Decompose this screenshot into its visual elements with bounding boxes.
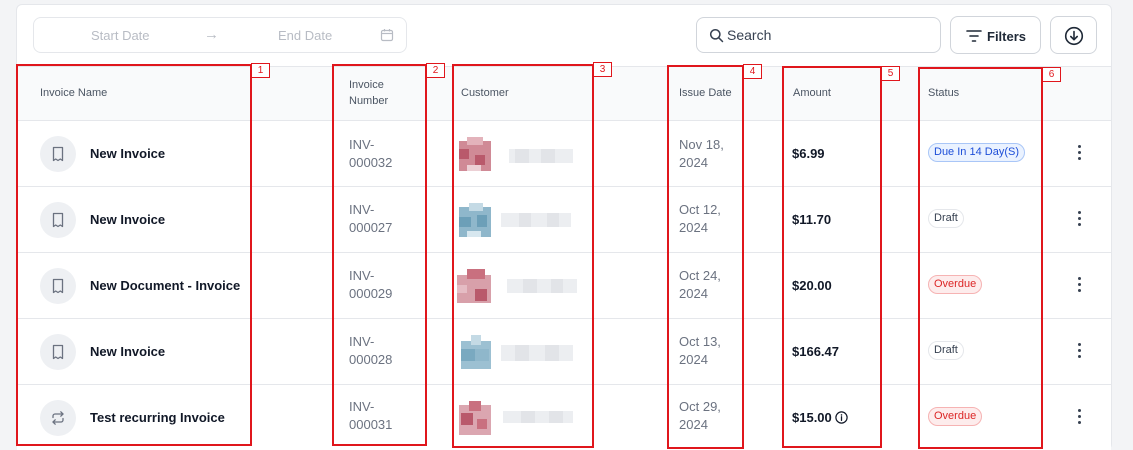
annotation-label-3: 3 (593, 62, 612, 77)
download-button[interactable] (1050, 16, 1097, 54)
annotation-label-4: 4 (743, 64, 762, 79)
annotation-box-3 (452, 64, 594, 448)
more-options-icon[interactable] (1070, 407, 1090, 427)
more-options-icon[interactable] (1070, 143, 1090, 163)
annotation-label-5: 5 (881, 66, 900, 81)
annotation-label-6: 6 (1042, 67, 1061, 82)
search-input[interactable] (727, 25, 927, 45)
more-options-icon[interactable] (1070, 209, 1090, 229)
filters-label: Filters (987, 29, 1027, 44)
search-box[interactable] (696, 17, 941, 53)
calendar-icon[interactable] (380, 28, 394, 42)
more-options-icon[interactable] (1070, 341, 1090, 361)
filter-icon (966, 30, 982, 42)
search-icon (709, 28, 724, 43)
annotation-box-5 (782, 66, 882, 448)
download-icon (1064, 26, 1084, 46)
annotation-box-2 (332, 64, 427, 446)
more-options-icon[interactable] (1070, 275, 1090, 295)
annotation-box-6 (918, 67, 1043, 449)
annotation-box-1 (16, 64, 252, 446)
end-date-placeholder[interactable]: End Date (278, 28, 332, 43)
date-range-picker[interactable]: Start Date → End Date (33, 17, 407, 53)
arrow-right-icon: → (204, 26, 219, 43)
annotation-box-4 (667, 65, 744, 449)
annotation-label-1: 1 (251, 63, 270, 78)
annotation-label-2: 2 (426, 63, 445, 78)
filters-button[interactable]: Filters (950, 16, 1041, 54)
start-date-placeholder[interactable]: Start Date (91, 28, 150, 43)
